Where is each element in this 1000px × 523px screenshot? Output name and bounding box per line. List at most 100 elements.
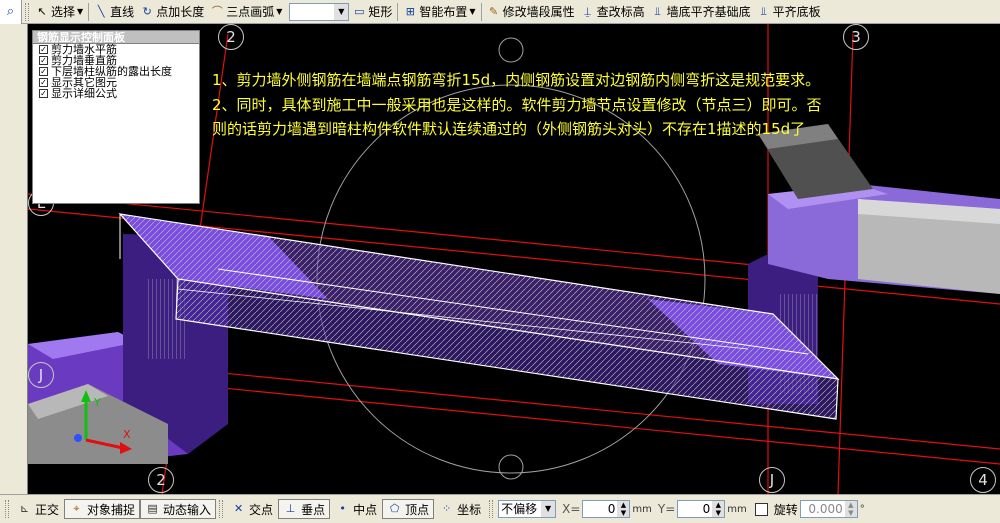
align-bottom-icon: ⫫: [654, 4, 661, 18]
y-input[interactable]: 0 ▲ ▼: [677, 500, 726, 518]
y-value: 0: [702, 502, 711, 516]
axis-bubble-top-right: 3: [843, 24, 869, 50]
modify-wall-label: 修改墙段属性: [502, 5, 575, 19]
ortho-label: 正交: [35, 502, 60, 517]
arc-button[interactable]: ⌒ 三点画弧 ▼: [207, 2, 285, 22]
annotation-line-3: 则的话剪力墙遇到暗柱构件软件默认连续通过的（外侧钢筋头对头）不存在1描述的15d…: [212, 120, 806, 138]
rotate-label: 旋转: [773, 502, 798, 517]
arc-label: 三点画弧: [226, 5, 275, 19]
toolbar-separator: [397, 2, 399, 21]
rotate-checkbox[interactable]: [754, 502, 768, 516]
cursor-icon: ↖: [37, 4, 47, 18]
smart-layout-label: 智能布置: [419, 5, 468, 19]
panel-item-detailed-formula[interactable]: ✓ 显示详细公式: [33, 88, 199, 99]
axis-bubble-bottom-mid: J: [759, 467, 785, 493]
left-dock-strip: [0, 24, 28, 494]
align-foundation-label: 墙底平齐基础底: [666, 5, 751, 19]
chevron-down-icon[interactable]: ▼: [469, 7, 475, 16]
arc-mode-select[interactable]: ▼: [289, 2, 350, 21]
rect-label: 矩形: [368, 5, 393, 19]
point-length-button[interactable]: ↻ 点加长度: [137, 2, 207, 22]
midpoint-label: 中点: [353, 502, 378, 517]
intersection-icon: ✕: [233, 502, 244, 515]
chevron-down-icon[interactable]: ▼: [276, 7, 282, 16]
rotate-input[interactable]: 0.000 ▲ ▼: [799, 500, 858, 518]
x-value: 0: [607, 502, 616, 516]
chevron-down-icon[interactable]: ▼: [77, 7, 83, 16]
coordinate-icon: ⁘: [442, 502, 452, 515]
align-slab-label: 平齐底板: [772, 5, 821, 19]
select-button[interactable]: ↖ 选择 ▼: [32, 2, 86, 22]
ucs-y-label: Y: [93, 396, 101, 409]
chevron-down-icon[interactable]: ▼: [541, 501, 556, 517]
toolbar-separator: [88, 2, 90, 21]
perpendicular-label: 垂点: [301, 502, 326, 517]
search-icon[interactable]: ⌕: [0, 0, 22, 24]
vertex-snap[interactable]: ⬠ 顶点: [382, 499, 435, 519]
perpendicular-icon: ⊥: [285, 502, 296, 515]
select-label: 选择: [51, 5, 76, 19]
rotate-point-icon: ↻: [142, 4, 152, 18]
spinner-icon[interactable]: ▲ ▼: [844, 501, 857, 517]
offset-value: 不偏移: [501, 502, 538, 516]
offset-select[interactable]: 不偏移 ▼: [498, 500, 557, 518]
spinner-icon[interactable]: ▲ ▼: [617, 501, 630, 517]
grid-layout-icon: ⊞: [405, 4, 415, 18]
midpoint-snap[interactable]: • 中点: [330, 499, 382, 519]
rectangle-icon: ▭: [354, 4, 365, 18]
midpoint-icon: •: [339, 502, 346, 515]
point-length-label: 点加长度: [156, 5, 205, 19]
statusbar-grip[interactable]: [489, 500, 494, 518]
axis-bubble-left-mid: J: [28, 362, 54, 388]
toolbar-grip[interactable]: [25, 2, 29, 21]
ortho-toggle[interactable]: ⊾ 正交: [12, 499, 64, 519]
main-toolbar: ⌕ ↖ 选择 ▼ ╲ 直线 ↻ 点加长度 ⌒ 三点画弧 ▼ ▼ ▭ 矩形 ⊞ 智…: [0, 0, 1000, 24]
status-bar: ⊾ 正交 ⌖ 对象捕捉 ▤ 动态输入 ✕ 交点 ⊥ 垂点 • 中点 ⬠ 顶点 ⁘…: [0, 494, 1000, 523]
checkbox[interactable]: ✓: [39, 78, 48, 87]
statusbar-grip[interactable]: [219, 500, 224, 518]
y-label: Y=: [657, 502, 676, 516]
coord-label: 坐标: [457, 502, 482, 517]
checkbox[interactable]: ✓: [39, 56, 48, 65]
intersection-label: 交点: [249, 502, 274, 517]
x-unit: mm: [632, 503, 652, 515]
snap-icon: ⌖: [73, 502, 80, 515]
x-input[interactable]: 0 ▲ ▼: [582, 500, 631, 518]
intersection-snap[interactable]: ✕ 交点: [226, 499, 278, 519]
spinner-icon[interactable]: ▲ ▼: [712, 501, 725, 517]
align-slab-icon: ⫫: [760, 4, 767, 18]
modify-wall-button[interactable]: ✎ 修改墙段属性: [484, 2, 578, 22]
line-icon: ╲: [97, 4, 105, 18]
checkbox[interactable]: ✓: [39, 89, 48, 98]
axis-bubble-bottom-left: 2: [148, 467, 174, 493]
statusbar-grip[interactable]: [5, 500, 9, 518]
dynamic-input-toggle[interactable]: ▤ 动态输入: [140, 499, 217, 519]
x-label: X=: [562, 502, 581, 516]
coordinate-snap[interactable]: ⁘ 坐标: [434, 499, 486, 519]
rebar-display-panel: 钢筋显示控制面板 ✓ 剪力墙水平筋 ✓ 剪力墙垂直筋 ✓ 下层墙柱纵筋的露出长度…: [32, 30, 200, 204]
smart-layout-button[interactable]: ⊞ 智能布置 ▼: [400, 2, 478, 22]
line-button[interactable]: ╲ 直线: [91, 2, 137, 22]
axis-bubble-bottom-right: 4: [970, 467, 996, 493]
rotate-value: 0.000: [808, 502, 843, 516]
object-snap-toggle[interactable]: ⌖ 对象捕捉: [64, 499, 141, 519]
check-elevation-label: 查改标高: [596, 5, 645, 19]
perpendicular-snap[interactable]: ⊥ 垂点: [278, 499, 331, 519]
annotation-line-2: 2、同时，具体到施工中一般采用也是这样的。软件剪力墙节点设置修改（节点三）即可。…: [212, 96, 822, 114]
checkbox[interactable]: ✓: [39, 45, 48, 54]
align-slab-button[interactable]: ⫫ 平齐底板: [754, 2, 824, 22]
degree-unit: °: [859, 503, 865, 515]
checkbox[interactable]: ✓: [39, 67, 48, 76]
align-foundation-button[interactable]: ⫫ 墙底平齐基础底: [648, 2, 754, 22]
annotation-line-1: 1、剪力墙外侧钢筋在墙端点钢筋弯折15d，内侧钢筋设置对边钢筋内侧弯折这是规范要…: [212, 71, 821, 89]
axis-bubble-top-left: 2: [218, 24, 244, 50]
rect-button[interactable]: ▭ 矩形: [349, 2, 395, 22]
ucs-x-label: X: [123, 428, 131, 441]
edit-wall-icon: ✎: [488, 4, 499, 18]
check-elevation-button[interactable]: ⍊ 查改标高: [578, 2, 648, 22]
vertex-icon: ⬠: [389, 502, 400, 515]
arc-icon: ⌒: [211, 4, 223, 18]
dynamic-label: 动态输入: [163, 502, 212, 517]
panel-item-label: 显示详细公式: [51, 87, 117, 100]
chevron-down-icon[interactable]: ▼: [334, 3, 349, 20]
